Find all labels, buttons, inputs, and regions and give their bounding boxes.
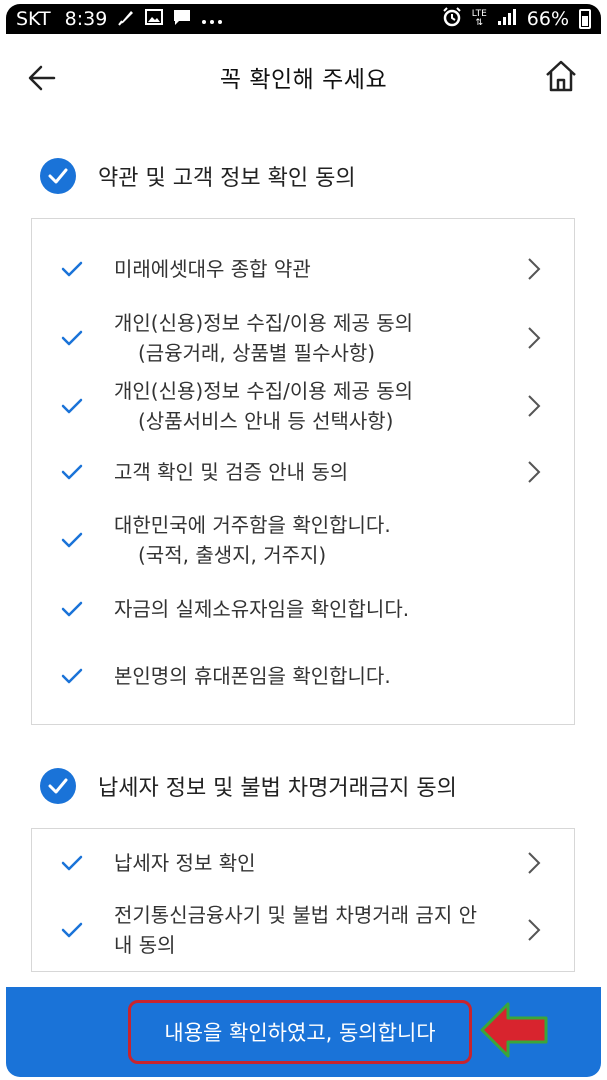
app-screen: SKT 8:39 LTE ⇅ 66% 꼭 확인해 주세요 약관 및 고객 정보 … <box>0 0 607 1080</box>
section-taxpayer-header[interactable]: 납세자 정보 및 불법 차명거래금지 동의 <box>40 768 457 804</box>
battery-percent: 66% <box>526 8 569 30</box>
pointer-arrow-icon <box>480 1002 548 1058</box>
terms-item-general[interactable]: 미래에셋대우 종합 약관 <box>32 249 574 289</box>
chevron-right-icon[interactable] <box>526 257 542 281</box>
terms-item-customer-verify[interactable]: 고객 확인 및 검증 안내 동의 <box>32 452 574 492</box>
battery-icon <box>579 9 591 29</box>
terms-item-label: 개인(신용)정보 수집/이용 제공 동의 (금융거래, 상품별 필수사항) <box>114 308 413 368</box>
more-notifications-icon <box>201 8 223 30</box>
status-bar: SKT 8:39 LTE ⇅ 66% <box>6 4 601 34</box>
back-button[interactable] <box>22 58 62 98</box>
terms-item-line1: 고객 확인 및 검증 안내 동의 <box>114 460 349 484</box>
terms-item-line1: 대한민국에 거주함을 확인합니다. <box>114 513 391 537</box>
taxpayer-item-info[interactable]: 납세자 정보 확인 <box>32 843 574 883</box>
check-icon <box>61 330 83 346</box>
message-notification-icon <box>173 8 191 31</box>
taxpayer-item-fraud-notice[interactable]: 전기통신금융사기 및 불법 차명거래 금지 안내 동의 <box>32 899 574 961</box>
terms-list-box: 미래에셋대우 종합 약관 개인(신용)정보 수집/이용 제공 동의 (금융거래, … <box>31 218 575 725</box>
taxpayer-list-box: 납세자 정보 확인 전기통신금융사기 및 불법 차명거래 금지 안내 동의 <box>31 828 575 972</box>
taxpayer-item-line1: 전기통신금융사기 및 불법 차명거래 금지 안 <box>114 903 477 927</box>
check-icon <box>61 261 83 277</box>
section-terms-header[interactable]: 약관 및 고객 정보 확인 동의 <box>40 158 356 194</box>
section-terms-title: 약관 및 고객 정보 확인 동의 <box>98 166 356 191</box>
chevron-right-icon[interactable] <box>526 851 542 875</box>
status-bar-left: SKT 8:39 <box>6 8 233 31</box>
terms-item-line1: 개인(신용)정보 수집/이용 제공 동의 <box>114 311 414 335</box>
chevron-right-icon[interactable] <box>526 460 542 484</box>
network-type-label: LTE <box>471 9 487 19</box>
lte-network-icon: LTE ⇅ <box>471 9 487 28</box>
home-button[interactable] <box>541 56 581 96</box>
section-terms-check-icon[interactable] <box>40 158 76 194</box>
signal-strength-icon <box>497 8 517 31</box>
check-icon <box>61 668 83 684</box>
terms-item-credit-required[interactable]: 개인(신용)정보 수집/이용 제공 동의 (금융거래, 상품별 필수사항) <box>32 307 574 369</box>
terms-item-line2: (금융거래, 상품별 필수사항) <box>138 341 376 365</box>
terms-item-label: 미래에셋대우 종합 약관 <box>114 254 311 284</box>
chevron-right-icon[interactable] <box>526 326 542 350</box>
image-notification-icon <box>145 8 164 30</box>
page-title: 꼭 확인해 주세요 <box>219 67 388 93</box>
feather-notification-icon <box>117 8 135 31</box>
terms-item-line1: 본인명의 휴대폰임을 확인합니다. <box>114 664 391 688</box>
check-icon <box>61 464 83 480</box>
terms-item-line1: 개인(신용)정보 수집/이용 제공 동의 <box>114 379 414 403</box>
check-icon <box>61 398 83 414</box>
terms-item-label: 본인명의 휴대폰임을 확인합니다. <box>114 661 391 691</box>
taxpayer-item-line2: 내 동의 <box>114 933 176 957</box>
back-arrow-icon <box>28 65 56 91</box>
taxpayer-item-line1: 납세자 정보 확인 <box>114 851 256 875</box>
check-icon <box>61 601 83 617</box>
check-icon <box>61 855 83 871</box>
alarm-icon <box>442 6 462 32</box>
check-icon <box>61 532 83 548</box>
section-taxpayer-title: 납세자 정보 및 불법 차명거래금지 동의 <box>98 776 457 801</box>
status-time: 8:39 <box>64 8 108 30</box>
terms-item-beneficial-owner[interactable]: 자금의 실제소유자임을 확인합니다. <box>32 589 574 629</box>
terms-item-line2: (상품서비스 안내 등 선택사항) <box>138 409 394 433</box>
terms-item-label: 개인(신용)정보 수집/이용 제공 동의 (상품서비스 안내 등 선택사항) <box>114 376 413 436</box>
section-taxpayer-check-icon[interactable] <box>40 768 76 804</box>
chevron-right-icon[interactable] <box>526 394 542 418</box>
terms-item-label: 자금의 실제소유자임을 확인합니다. <box>114 594 409 624</box>
terms-item-line2: (국적, 출생지, 거주지) <box>138 543 327 567</box>
status-bar-right: LTE ⇅ 66% <box>432 6 601 32</box>
terms-item-line1: 자금의 실제소유자임을 확인합니다. <box>114 597 410 621</box>
terms-item-line1: 미래에셋대우 종합 약관 <box>114 257 311 281</box>
agree-confirm-button[interactable]: 내용을 확인하였고, 동의합니다 <box>128 1000 472 1064</box>
taxpayer-item-label: 전기통신금융사기 및 불법 차명거래 금지 안내 동의 <box>114 900 534 960</box>
carrier-label: SKT <box>16 8 51 30</box>
terms-item-label: 고객 확인 및 검증 안내 동의 <box>114 457 348 487</box>
terms-item-credit-optional[interactable]: 개인(신용)정보 수집/이용 제공 동의 (상품서비스 안내 등 선택사항) <box>32 375 574 437</box>
home-icon <box>546 60 576 92</box>
terms-item-label: 대한민국에 거주함을 확인합니다. (국적, 출생지, 거주지) <box>114 510 391 570</box>
terms-item-residency[interactable]: 대한민국에 거주함을 확인합니다. (국적, 출생지, 거주지) <box>32 509 574 571</box>
check-icon <box>61 922 83 938</box>
header-bar: 꼭 확인해 주세요 <box>6 34 601 120</box>
terms-item-own-phone[interactable]: 본인명의 휴대폰임을 확인합니다. <box>32 656 574 696</box>
chevron-right-icon[interactable] <box>526 918 542 942</box>
taxpayer-item-label: 납세자 정보 확인 <box>114 848 256 878</box>
